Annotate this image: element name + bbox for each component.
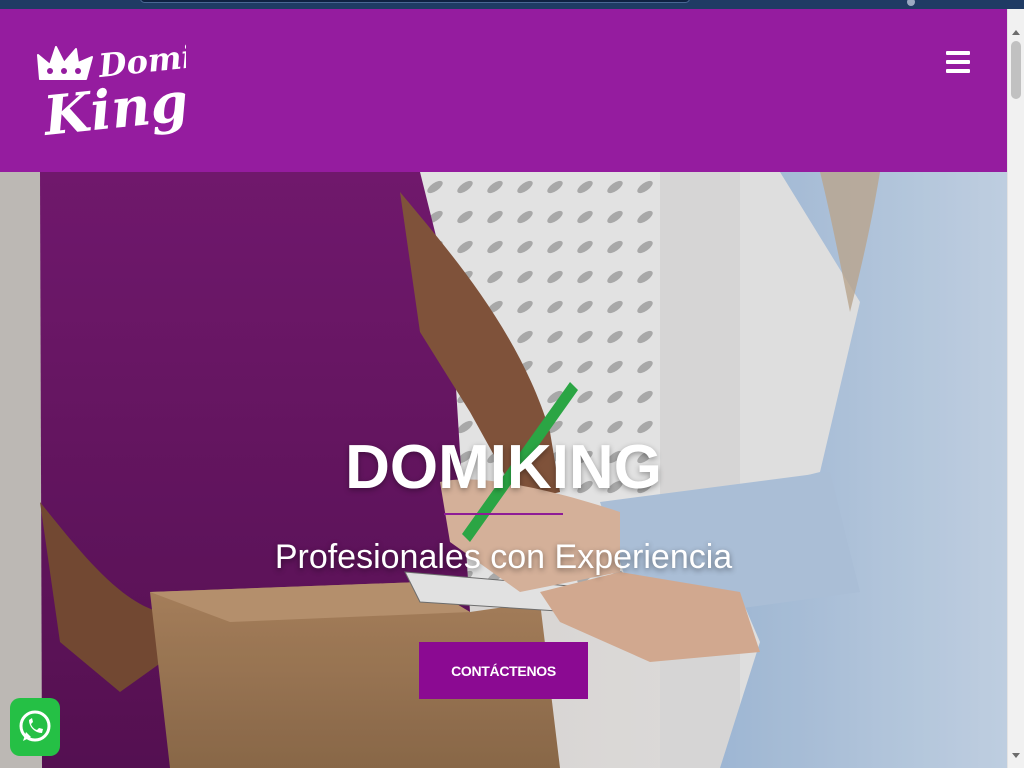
page-scrollbar[interactable] — [1007, 9, 1024, 768]
whatsapp-button[interactable] — [10, 698, 60, 756]
scroll-up-icon[interactable] — [1012, 30, 1020, 35]
scroll-down-icon[interactable] — [1012, 753, 1020, 758]
site-header: Domi King — [0, 9, 1007, 172]
hamburger-menu-icon[interactable] — [946, 51, 972, 75]
whatsapp-icon — [19, 710, 51, 742]
extension-icon[interactable] — [907, 0, 915, 6]
contact-button[interactable]: CONTÁCTENOS — [419, 642, 588, 699]
hero-divider — [444, 513, 563, 515]
hero-banner: DOMIKING Profesionales con Experiencia C… — [0, 172, 1007, 768]
address-bar[interactable] — [140, 0, 690, 3]
browser-top-strip — [0, 0, 1024, 9]
hero-title: DOMIKING — [345, 433, 662, 502]
brand-logo[interactable]: Domi King — [36, 39, 186, 149]
scrollbar-thumb[interactable] — [1011, 41, 1021, 99]
logo-line2: King — [39, 69, 186, 148]
hero-subtitle: Profesionales con Experiencia — [274, 538, 733, 576]
crown-icon — [37, 46, 93, 80]
